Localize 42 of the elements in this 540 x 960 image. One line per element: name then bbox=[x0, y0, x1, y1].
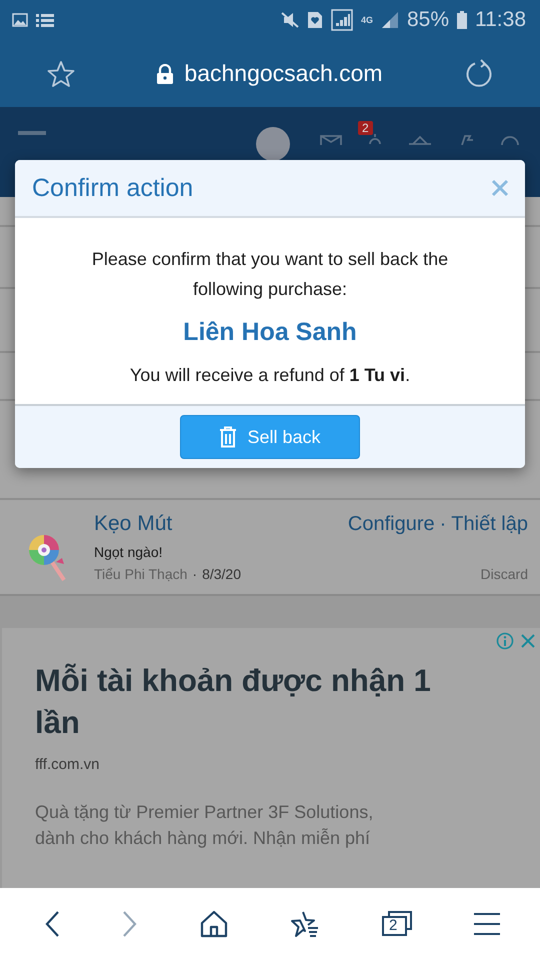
action-link[interactable]: Thiết lập bbox=[451, 513, 528, 536]
separator: · bbox=[192, 566, 198, 582]
image-icon bbox=[12, 12, 28, 28]
trash-icon bbox=[219, 426, 238, 448]
purchase-name[interactable]: Kẹo Mút bbox=[94, 512, 172, 536]
back-icon[interactable] bbox=[44, 910, 60, 938]
purchase-title: Liên Hoa Sanh bbox=[182, 318, 358, 347]
avatar[interactable] bbox=[256, 127, 290, 161]
sell-back-button[interactable]: Sell back bbox=[180, 415, 360, 459]
separator: · bbox=[440, 513, 446, 536]
info-icon[interactable] bbox=[496, 632, 514, 650]
notification-badge: 2 bbox=[358, 121, 373, 135]
bookmarks-icon[interactable] bbox=[290, 910, 320, 938]
list-icon bbox=[36, 12, 54, 28]
home-icon[interactable] bbox=[200, 910, 228, 938]
purchase-description: Ngọt ngào! bbox=[94, 544, 164, 560]
author-link[interactable]: Tiểu Phi Thạch bbox=[94, 566, 188, 582]
ad-banner[interactable]: Mỗi tài khoản được nhận 1 lần fff.com.vn Quà tặng từ Premier Partner 3F Solutions, dành cho khách hàng mới. Nhận miễn phí bbox=[2, 628, 540, 888]
action-link[interactable]: Configure bbox=[348, 513, 435, 536]
network-type: 4G bbox=[360, 16, 373, 24]
close-icon[interactable] bbox=[520, 633, 536, 649]
reload-icon[interactable] bbox=[464, 58, 494, 88]
sim-card-icon bbox=[306, 11, 323, 29]
lock-icon bbox=[156, 64, 174, 84]
ad-text: Quà tặng từ Premier Partner 3F Solutions, dành cho khách hàng mới. Nhận miễn phí bbox=[35, 801, 374, 850]
clock: 11:38 bbox=[475, 8, 526, 32]
mute-icon bbox=[280, 11, 299, 29]
signal-icon bbox=[330, 9, 353, 31]
signal-icon bbox=[380, 11, 399, 29]
dialog-message: Please confirm that you want to sell back the following purchase: bbox=[90, 248, 450, 301]
ad-headline: Mỗi tài khoản được nhận 1 lần bbox=[35, 662, 432, 742]
refund-message: You will receive a refund of 1 Tu vi. bbox=[128, 365, 412, 386]
battery-level: 85% bbox=[406, 8, 449, 32]
mail-icon[interactable] bbox=[320, 135, 342, 145]
ad-domain: fff.com.vn bbox=[35, 756, 100, 773]
star-icon[interactable] bbox=[47, 60, 75, 88]
close-icon[interactable] bbox=[491, 179, 509, 197]
dialog-title: Confirm action bbox=[32, 174, 194, 202]
battery-icon bbox=[457, 11, 467, 29]
purchase-date: 8/3/20 bbox=[202, 566, 241, 582]
url-text[interactable]: bachngocsach.com bbox=[184, 60, 383, 87]
discard-link[interactable]: Discard bbox=[480, 566, 528, 582]
